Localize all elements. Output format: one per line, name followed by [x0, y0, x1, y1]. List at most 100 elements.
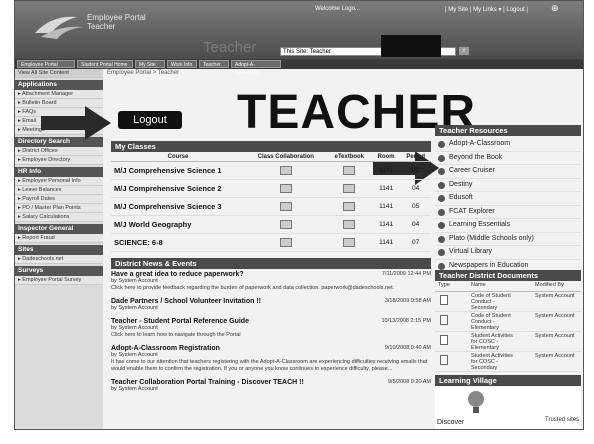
- view-all-link[interactable]: View All Site Content: [15, 69, 103, 78]
- arrow-left-icon: [41, 106, 111, 140]
- resource-link[interactable]: FCAT Explorer: [435, 206, 581, 219]
- resource-link[interactable]: Edusoft: [435, 192, 581, 206]
- sidebar-item-label: Salary Calculations: [22, 214, 70, 220]
- globe-mascot-icon[interactable]: [465, 389, 487, 415]
- tab-teacher[interactable]: Teacher: [199, 60, 229, 68]
- sidebar-item[interactable]: ▸ PD / Master Plan Points: [15, 204, 103, 213]
- document-link[interactable]: Code of Student Conduct - Secondary: [471, 293, 519, 311]
- collaboration-icon[interactable]: [279, 220, 292, 229]
- sidebar-item-label: Payroll Dates: [22, 196, 56, 202]
- etextbook-icon[interactable]: [343, 238, 356, 247]
- sidebar-item[interactable]: ▸ District Offices: [15, 147, 103, 156]
- news-header: District News & Events: [111, 258, 431, 269]
- resource-label: FCAT Explorer: [449, 207, 495, 215]
- resource-link[interactable]: Beyond the Book: [435, 152, 581, 165]
- course-link[interactable]: SCIENCE: 6-8: [111, 233, 245, 252]
- sidebar-item-label: District Offices: [22, 148, 58, 154]
- tab-bar: Employee Portal Home Student Portal Home…: [15, 59, 583, 76]
- room-cell: 1141: [371, 179, 401, 198]
- resource-link[interactable]: Plato (Middle Schools only): [435, 233, 581, 246]
- period-cell: 02: [400, 161, 431, 180]
- room-cell: 1141: [371, 161, 401, 180]
- room-cell: 1141: [371, 197, 401, 216]
- course-link[interactable]: M/J Comprehensive Science 3: [111, 197, 245, 216]
- bullet-icon: [438, 249, 445, 256]
- column-header: Class Collaboration: [245, 153, 327, 162]
- logout-button[interactable]: Logout: [118, 111, 182, 129]
- course-link[interactable]: M/J Comprehensive Science 2: [111, 179, 245, 198]
- document-icon: [440, 315, 448, 325]
- news-item: 7/11/2009 12:44 PM Have a great idea to …: [111, 271, 431, 292]
- sidebar-item-label: Dadeschools.net: [22, 256, 64, 262]
- etextbook-icon[interactable]: [343, 184, 356, 193]
- resource-link[interactable]: Virtual Library: [435, 246, 581, 260]
- resource-label: Newspapers in Education: [449, 261, 529, 269]
- sidebar-item[interactable]: ▸ Salary Calculations: [15, 213, 103, 222]
- top-links[interactable]: | My Site | My Links ▾ | Logout |: [445, 6, 528, 13]
- tab-work-info[interactable]: Work Info: [167, 60, 197, 68]
- document-link[interactable]: Student Activities for COSC - Elementary: [471, 333, 519, 351]
- sidebar-item[interactable]: ▸ Employee Portal Survey: [15, 276, 103, 285]
- sidebar-item[interactable]: ▸ Employee Personal Info: [15, 177, 103, 186]
- portal-title: Employee Portal Teacher: [87, 13, 146, 31]
- help-icon[interactable]: ⊕: [551, 3, 563, 13]
- collaboration-icon[interactable]: [279, 166, 292, 175]
- room-cell: 1141: [371, 215, 401, 234]
- sidebar-item[interactable]: ▸ Leave Balances: [15, 186, 103, 195]
- table-row: M/J Comprehensive Science 2 1141 04: [111, 179, 431, 198]
- search-button[interactable]: ⌕: [458, 46, 470, 56]
- portal-logo-icon: [35, 16, 83, 39]
- tab-adopt[interactable]: Adopt-A-Classroom: [231, 60, 281, 76]
- resource-label: Destiny: [449, 180, 473, 188]
- tab-my-site[interactable]: My Site: [135, 60, 165, 68]
- etextbook-icon[interactable]: [343, 202, 356, 211]
- collaboration-icon[interactable]: [279, 202, 292, 211]
- redaction-box: [381, 35, 441, 57]
- news-list: 7/11/2009 12:44 PM Have a great idea to …: [111, 271, 431, 399]
- resources-list: Adopt-A-Classroom Beyond the Book Career…: [435, 138, 581, 273]
- table-row: M/J World Geography 1141 04: [111, 215, 431, 234]
- news-date: 9/5/2008 9:20 AM: [387, 379, 431, 385]
- collaboration-icon[interactable]: [279, 184, 292, 193]
- sidebar-heading-sites: Sites: [15, 245, 103, 255]
- resource-link[interactable]: Destiny: [435, 179, 581, 192]
- welcome-text[interactable]: Welcome Logo...: [315, 6, 360, 12]
- news-author: by System Account: [111, 325, 158, 331]
- resource-link[interactable]: Adopt-A-Classroom: [435, 138, 581, 152]
- bullet-icon: [438, 235, 445, 243]
- news-title-link[interactable]: Adopt-A-Classroom Registration: [111, 345, 431, 352]
- etextbook-icon[interactable]: [343, 166, 356, 175]
- list-item: Code of Student Conduct - Secondary Syst…: [435, 292, 581, 312]
- etextbook-icon[interactable]: [343, 220, 356, 229]
- tab-student-home[interactable]: Student Portal Home: [77, 60, 133, 68]
- table-row: M/J Comprehensive Science 3 1141 05: [111, 197, 431, 216]
- sidebar-item[interactable]: ▸ Payroll Dates: [15, 195, 103, 204]
- breadcrumb[interactable]: Employee Portal > Teacher: [107, 70, 179, 76]
- document-author: System Account: [535, 313, 575, 319]
- tab-employee-home[interactable]: Employee Portal Home: [17, 60, 75, 76]
- documents-header: Teacher District Documents: [435, 270, 581, 281]
- sidebar-item-label: Report Fraud: [22, 235, 55, 241]
- news-title-link[interactable]: Dade Partners / School Volunteer Invitat…: [111, 298, 431, 305]
- sidebar-item-label: PD / Master Plan Points: [22, 205, 81, 211]
- sidebar-item[interactable]: ▸ Report Fraud: [15, 234, 103, 243]
- document-link[interactable]: Student Activities for COSC - Secondary: [471, 353, 519, 371]
- sidebar-item-label: Employee Directory: [22, 157, 71, 163]
- search-scope-select[interactable]: This Site: Teacher: [280, 47, 384, 56]
- course-link[interactable]: M/J World Geography: [111, 215, 245, 234]
- resource-link[interactable]: Learning Essentials: [435, 219, 581, 233]
- sidebar-item[interactable]: ▸ Employee Directory: [15, 156, 103, 165]
- bullet-icon: [438, 181, 445, 189]
- resource-label: Adopt-A-Classroom: [449, 140, 511, 147]
- sidebar-item[interactable]: ▸ Dadeschools.net: [15, 255, 103, 264]
- document-link[interactable]: Code of Student Conduct - Elementary: [471, 313, 519, 331]
- news-author: by System Account: [111, 352, 158, 358]
- column-header: eTextbook: [326, 153, 372, 162]
- column-header: Course: [111, 153, 245, 162]
- course-link[interactable]: M/J Comprehensive Science 1: [111, 161, 245, 180]
- news-title-link[interactable]: Teacher Collaboration Portal Training - …: [111, 379, 431, 386]
- my-classes-header: My Classes: [111, 141, 431, 152]
- collaboration-icon[interactable]: [279, 238, 292, 247]
- sidebar-item[interactable]: ▸ Attachment Manager: [15, 90, 103, 99]
- resource-link[interactable]: Career Cruiser: [435, 165, 581, 179]
